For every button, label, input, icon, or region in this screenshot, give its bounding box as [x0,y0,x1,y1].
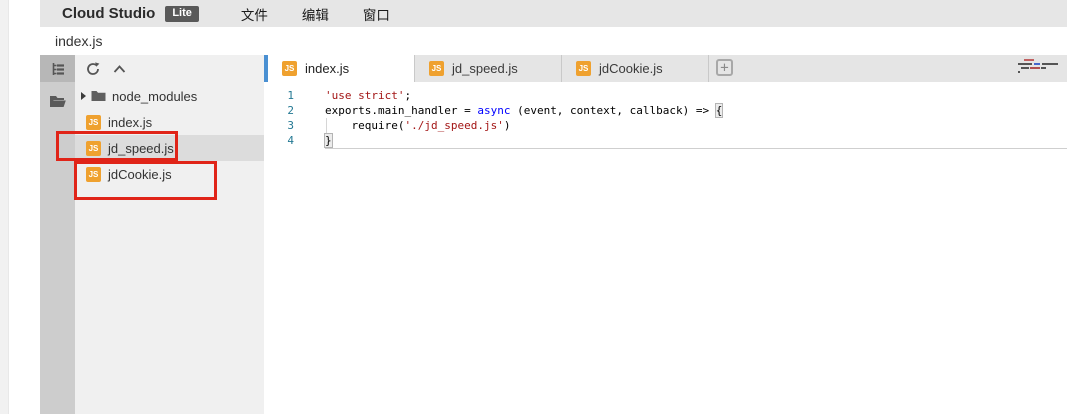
outline-tree-icon [50,61,66,77]
code-token-bracket: } [325,134,332,147]
tab-jdcookie-js[interactable]: JS jdCookie.js [562,55,709,82]
file-explorer-panel: node_modules JS index.js JS jd_speed.js JS jdC… [75,55,264,414]
file-tree: node_modules JS index.js JS jd_speed.js JS jdC… [75,82,264,187]
menu-item-file[interactable]: 文件 [241,4,268,24]
lite-badge: Lite [165,6,199,22]
tree-item-label: jd_speed.js [108,141,174,156]
minimap-row [1018,71,1062,73]
menu-item-window[interactable]: 窗口 [363,4,390,24]
minimap-segment [1030,67,1040,69]
javascript-file-icon: JS [86,167,101,182]
folder-icon [91,90,106,102]
folder-open-icon [49,95,67,109]
refresh-icon[interactable] [86,62,100,76]
tree-item-label: node_modules [112,89,197,104]
line-number: 3 [264,118,294,133]
code-line: 3 require('./jd_speed.js') [264,118,1067,133]
minimap-row [1018,67,1062,69]
javascript-file-icon: JS [86,115,101,130]
tab-index-js[interactable]: JS index.js [268,55,415,82]
javascript-file-icon: JS [86,141,101,156]
minimap-segment [1024,59,1034,61]
minimap-segment [1021,67,1029,69]
minimap-segment [1041,67,1046,69]
minimap[interactable] [1018,59,1062,75]
collapse-up-icon[interactable] [113,64,126,74]
main-area: node_modules JS index.js JS jd_speed.js JS jdC… [40,55,1067,414]
collapsed-arrow-icon [81,92,86,100]
title-bar: Cloud Studio Lite 文件 编辑 窗口 [40,0,1067,27]
tree-item-node-modules[interactable]: node_modules [75,83,264,109]
new-tab-button[interactable]: + [716,59,733,76]
tree-item-label: jdCookie.js [108,167,172,182]
activity-bar [40,55,75,414]
menu-item-edit[interactable]: 编辑 [302,4,329,24]
line-number: 4 [264,133,294,149]
line-number: 1 [264,88,294,103]
tab-label: jdCookie.js [599,61,663,76]
javascript-file-icon: JS [429,61,444,76]
code-token-plain: ) [504,119,511,132]
tab-bar: JS index.js JS jd_speed.js JS jdCookie.js + [264,55,1067,82]
code-line: 4} [264,133,1067,149]
code-line-content: exports.main_handler = async (event, con… [325,103,1067,118]
code-token-string: './jd_speed.js' [404,119,503,132]
tab-jd-speed-js[interactable]: JS jd_speed.js [415,55,562,82]
minimap-row [1018,59,1062,61]
activity-button-outline[interactable] [40,55,75,82]
code-editor[interactable]: 1 'use strict'; 2 exports.main_handler = as… [264,82,1067,149]
code-token-string: 'use strict' [325,89,404,102]
app-logo-text: Cloud Studio [62,5,155,22]
splitter-indicator[interactable] [264,55,268,82]
tree-item-index-js[interactable]: JS index.js [75,109,264,135]
tab-label: index.js [305,61,349,76]
minimap-row [1018,63,1062,65]
code-line: 1 'use strict'; [264,88,1067,103]
left-gutter-strip [0,0,9,414]
code-token-plain: ; [404,89,411,102]
editor-area: JS index.js JS jd_speed.js JS jdCookie.js + 1 '… [264,55,1067,414]
tree-item-jdcookie-js[interactable]: JS jdCookie.js [75,161,264,187]
tree-item-label: index.js [108,115,152,130]
minimap-segment [1034,63,1040,65]
line-number: 2 [264,103,294,118]
code-line-content: 'use strict'; [325,88,1067,103]
activity-button-explorer[interactable] [40,89,75,115]
code-token-bracket: { [716,104,723,117]
breadcrumb: index.js [40,27,1067,55]
menu-bar: 文件 编辑 窗口 [241,4,390,24]
explorer-toolbar [75,55,264,82]
tab-label: jd_speed.js [452,61,518,76]
code-line: 2 exports.main_handler = async (event, co… [264,103,1067,118]
code-line-content: } [325,133,1067,149]
javascript-file-icon: JS [282,61,297,76]
minimap-segment [1042,63,1058,65]
cloud-studio-window: Cloud Studio Lite 文件 编辑 窗口 index.js [0,0,1067,414]
app-frame: Cloud Studio Lite 文件 编辑 窗口 index.js [40,0,1067,414]
code-token-keyword: async [477,104,510,117]
code-token-plain: require( [325,119,404,132]
minimap-segment [1018,63,1032,65]
code-token-plain: exports.main_handler = [325,104,477,117]
minimap-segment [1018,71,1020,73]
code-token-plain: (event, context, callback) => [510,104,715,117]
javascript-file-icon: JS [576,61,591,76]
tree-item-jd-speed-js[interactable]: JS jd_speed.js [75,135,264,161]
code-line-content: require('./jd_speed.js') [325,118,1067,133]
breadcrumb-file-name[interactable]: index.js [55,33,102,49]
